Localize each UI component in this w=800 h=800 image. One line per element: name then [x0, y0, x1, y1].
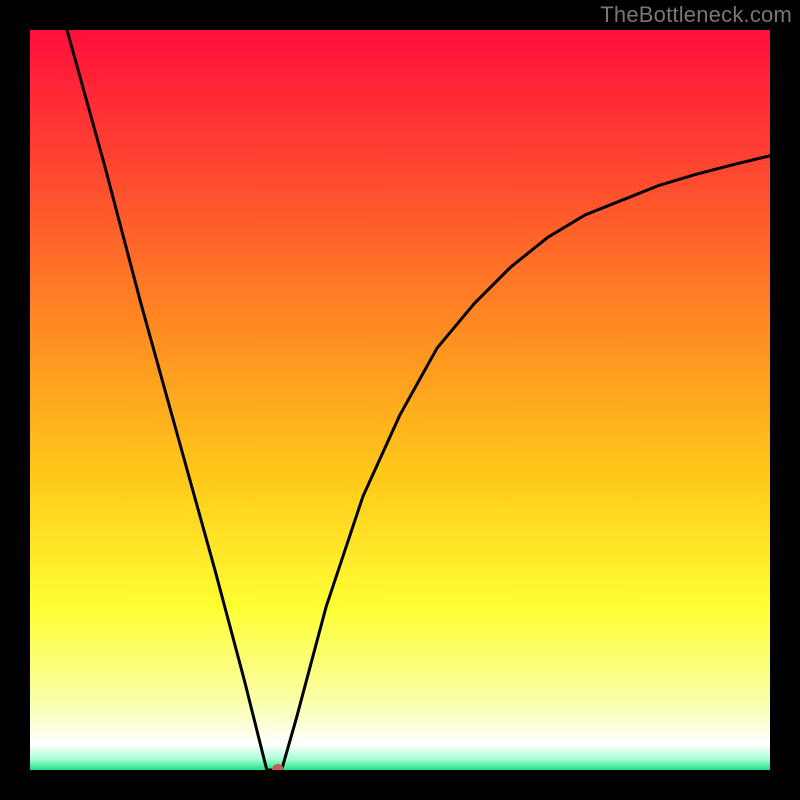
chart-svg — [30, 30, 770, 770]
plot-area — [30, 30, 770, 770]
chart-frame: TheBottleneck.com — [0, 0, 800, 800]
watermark-text: TheBottleneck.com — [600, 2, 792, 28]
gradient-background — [30, 30, 770, 770]
